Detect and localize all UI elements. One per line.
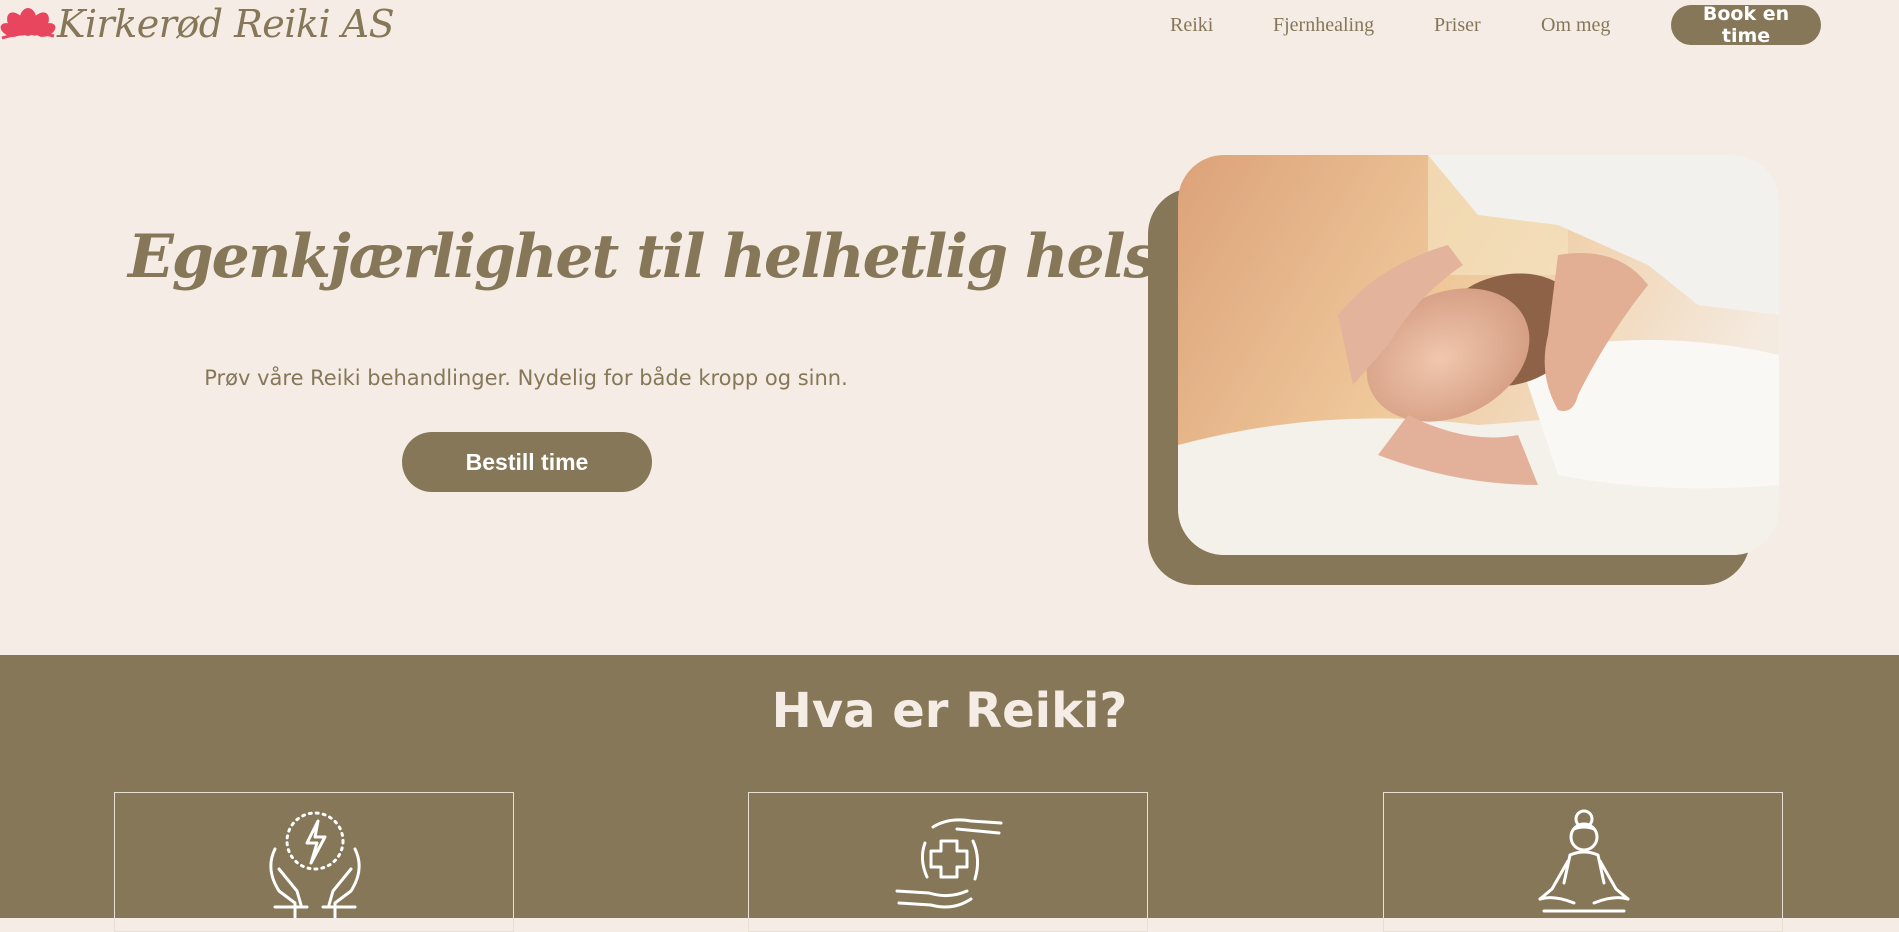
- site-header: Kirkerød Reiki AS Reiki Fjernhealing Pri…: [0, 0, 1899, 52]
- nav-fjernhealing[interactable]: Fjernhealing: [1273, 14, 1374, 37]
- nav-reiki[interactable]: Reiki: [1170, 14, 1213, 37]
- nav-priser[interactable]: Priser: [1434, 14, 1481, 37]
- hero-image: [1178, 155, 1779, 555]
- hero-subtitle: Prøv våre Reiki behandlinger. Nydelig fo…: [204, 366, 848, 390]
- card-healing: [748, 792, 1148, 932]
- card-energy: [114, 792, 514, 932]
- nav-om-meg[interactable]: Om meg: [1541, 14, 1610, 37]
- meditation-icon: [1538, 809, 1630, 913]
- hero-title: Egenkjærlighet til helhetlig helse: [128, 222, 1193, 292]
- logo[interactable]: Kirkerød Reiki AS: [0, 0, 395, 52]
- logo-text: Kirkerød Reiki AS: [57, 2, 395, 46]
- section-title: Hva er Reiki?: [771, 683, 1128, 739]
- order-button[interactable]: Bestill time: [402, 432, 652, 492]
- hands-energy-icon: [269, 811, 361, 919]
- lotus-logo-icon: [0, 8, 56, 40]
- what-is-reiki-section: Hva er Reiki?: [0, 655, 1899, 932]
- healing-hands-icon: [895, 818, 1003, 909]
- book-button[interactable]: Book en time: [1671, 3, 1821, 47]
- card-meditation: [1383, 792, 1783, 932]
